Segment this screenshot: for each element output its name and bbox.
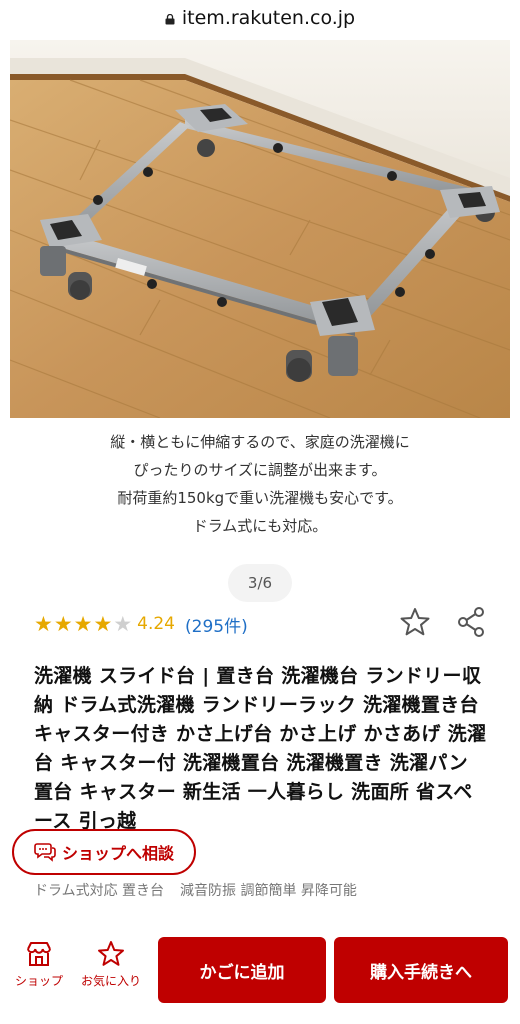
rating-row[interactable]: ★ ★ ★ ★ ★ 4.24 (295件)	[34, 606, 248, 642]
tag-item: 減音防振 調節簡単 昇降可能	[180, 883, 357, 899]
share-icon	[458, 607, 484, 637]
shop-nav-label: ショップ	[14, 974, 63, 988]
review-count-link[interactable]: (295件)	[185, 612, 248, 637]
tag-item: ドラム式対応 置き台	[34, 883, 165, 899]
chat-icon	[34, 843, 56, 862]
product-image[interactable]	[10, 40, 510, 418]
product-title: 洗濯機 スライド台 | 置き台 洗濯機台 ランドリー収納 ドラム式洗濯機 ランド…	[34, 665, 487, 832]
star-full-icon: ★	[34, 611, 53, 636]
rating-score: 4.24	[137, 614, 175, 634]
caption-line: 耐荷重約150kgで重い洗濯機も安心です。	[117, 489, 403, 507]
star-empty-icon: ★	[113, 611, 133, 636]
product-tags: ドラム式対応 置き台 減音防振 調節簡単 昇降可能	[34, 880, 357, 900]
checkout-button[interactable]: 購入手続きへ	[334, 937, 508, 1003]
product-photo	[10, 40, 510, 418]
image-pager: 3/6	[228, 564, 292, 602]
caption-line: ドラム式にも対応。	[192, 517, 328, 535]
shop-consult-button[interactable]: ショップへ相談	[12, 829, 196, 875]
star-outline-icon	[400, 608, 430, 636]
share-button[interactable]	[454, 605, 488, 639]
favorite-nav-button[interactable]: お気に入り	[76, 940, 146, 989]
shop-icon	[27, 942, 51, 966]
star-full-icon: ★	[93, 611, 113, 636]
url-bar[interactable]: item.rakuten.co.jp	[0, 0, 520, 36]
star-outline-icon	[98, 941, 124, 966]
lock-icon	[165, 13, 175, 24]
star-full-icon: ★	[53, 611, 73, 636]
favorite-button[interactable]	[398, 605, 432, 639]
caption-line: 縦・横ともに伸縮するので、家庭の洗濯機に	[110, 433, 410, 451]
caption-line: ぴったりのサイズに調整が出来ます。	[133, 461, 387, 479]
shop-consult-label: ショップへ相談	[61, 844, 174, 863]
add-to-cart-button[interactable]: かごに追加	[158, 937, 326, 1003]
star-full-icon: ★	[73, 611, 93, 636]
favorite-nav-label: お気に入り	[80, 974, 141, 988]
url-text: item.rakuten.co.jp	[181, 7, 356, 29]
shop-nav-button[interactable]: ショップ	[4, 940, 74, 989]
image-caption: 縦・横ともに伸縮するので、家庭の洗濯機に ぴったりのサイズに調整が出来ます。 耐…	[0, 428, 520, 540]
